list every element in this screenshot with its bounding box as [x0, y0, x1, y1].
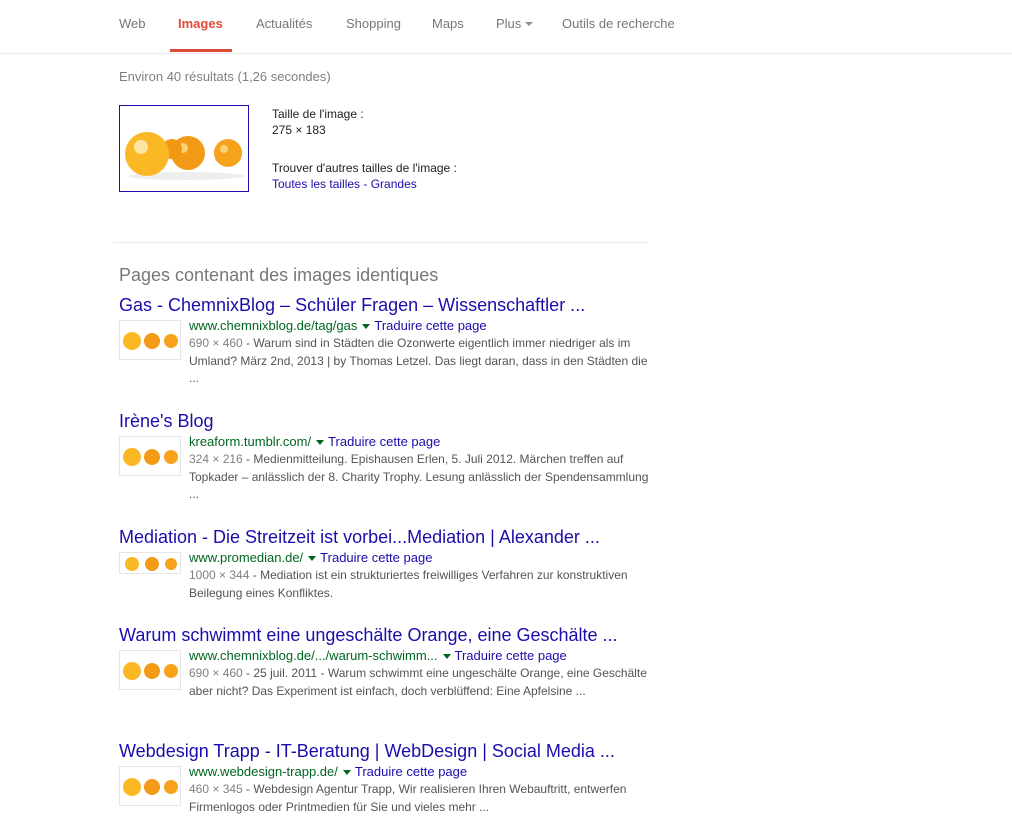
result-stats: Environ 40 résultats (1,26 secondes)	[119, 69, 331, 84]
result-snippet-text: - 25 juil. 2011 - Warum schwimmt eine un…	[189, 666, 647, 698]
result-dimensions: 1000 × 344	[189, 568, 250, 582]
tab-images[interactable]: Images	[178, 16, 223, 31]
result-title-link[interactable]: Gas - ChemnixBlog – Schüler Fragen – Wis…	[119, 294, 649, 316]
result-title-link[interactable]: Webdesign Trapp - IT-Beratung | WebDesig…	[119, 740, 649, 762]
tab-web[interactable]: Web	[119, 16, 146, 31]
result-thumbnail[interactable]	[119, 436, 181, 476]
result-thumbnail[interactable]	[119, 650, 181, 690]
result-url[interactable]: www.webdesign-trapp.de/	[189, 764, 338, 779]
result-url[interactable]: kreaform.tumblr.com/	[189, 434, 311, 449]
result-snippet: 1000 × 344 - Mediation ist ein strukturi…	[189, 567, 649, 602]
result-snippet: 690 × 460 - 25 juil. 2011 - Warum schwim…	[189, 665, 649, 700]
other-sizes-label: Trouver d'autres tailles de l'image :	[272, 161, 457, 175]
result-item: Warum schwimmt eine ungeschälte Orange, …	[119, 624, 649, 700]
dropdown-arrow-icon[interactable]	[308, 555, 317, 561]
result-url[interactable]: www.promedian.de/	[189, 550, 303, 565]
result-thumbnail[interactable]	[119, 766, 181, 806]
result-dimensions: 460 × 345	[189, 782, 243, 796]
image-size-label: Taille de l'image :	[272, 107, 364, 121]
search-tabs-bar: Web Images Actualités Shopping Maps Plus…	[0, 0, 1012, 54]
result-snippet: 324 × 216 - Medienmitteilung. Epishausen…	[189, 451, 649, 504]
oranges-image	[125, 132, 244, 180]
result-snippet: 460 × 345 - Webdesign Agentur Trapp, Wir…	[189, 781, 649, 816]
link-separator: -	[360, 177, 371, 191]
dropdown-arrow-icon[interactable]	[362, 323, 371, 329]
translate-page-link[interactable]: Traduire cette page	[328, 434, 440, 449]
translate-page-link[interactable]: Traduire cette page	[374, 318, 486, 333]
query-image-thumbnail[interactable]	[119, 105, 249, 192]
result-title-link[interactable]: Warum schwimmt eine ungeschälte Orange, …	[119, 624, 649, 646]
result-thumbnail[interactable]	[119, 552, 181, 574]
result-item: Mediation - Die Streitzeit ist vorbei...…	[119, 526, 649, 602]
result-dimensions: 690 × 460	[189, 336, 243, 350]
all-sizes-link[interactable]: Toutes les tailles	[272, 177, 360, 191]
translate-page-link[interactable]: Traduire cette page	[355, 764, 467, 779]
section-title: Pages contenant des images identiques	[119, 265, 439, 285]
image-size-value: 275 × 183	[272, 123, 326, 137]
tab-search-tools[interactable]: Outils de recherche	[562, 16, 675, 31]
result-snippet-text: - Warum sind in Städten die Ozonwerte ei…	[189, 336, 648, 385]
translate-page-link[interactable]: Traduire cette page	[320, 550, 432, 565]
result-snippet-text: - Medienmitteilung. Epishausen Erlen, 5.…	[189, 452, 649, 501]
result-dimensions: 324 × 216	[189, 452, 243, 466]
chevron-down-icon	[525, 21, 534, 26]
active-tab-indicator	[170, 49, 232, 52]
tab-more[interactable]: Plus	[496, 16, 534, 31]
result-snippet-text: - Mediation ist ein strukturiertes freiw…	[189, 568, 628, 600]
result-dimensions: 690 × 460	[189, 666, 243, 680]
result-url[interactable]: www.chemnixblog.de/.../warum-schwimm...	[189, 648, 438, 663]
result-item: Gas - ChemnixBlog – Schüler Fragen – Wis…	[119, 294, 649, 388]
result-url[interactable]: www.chemnixblog.de/tag/gas	[189, 318, 357, 333]
result-snippet-text: - Webdesign Agentur Trapp, Wir realisier…	[189, 782, 627, 814]
result-item: Irène's Blog kreaform.tumblr.com/Traduir…	[119, 410, 649, 504]
tab-shopping[interactable]: Shopping	[346, 16, 401, 31]
section-divider	[113, 242, 648, 243]
tab-more-label: Plus	[496, 16, 522, 31]
tab-maps[interactable]: Maps	[432, 16, 464, 31]
result-snippet: 690 × 460 - Warum sind in Städten die Oz…	[189, 335, 649, 388]
dropdown-arrow-icon[interactable]	[342, 769, 351, 775]
result-thumbnail[interactable]	[119, 320, 181, 360]
dropdown-arrow-icon[interactable]	[442, 653, 451, 659]
result-title-link[interactable]: Mediation - Die Streitzeit ist vorbei...…	[119, 526, 649, 548]
large-sizes-link[interactable]: Grandes	[371, 177, 417, 191]
tab-news[interactable]: Actualités	[256, 16, 312, 31]
result-item: Webdesign Trapp - IT-Beratung | WebDesig…	[119, 740, 649, 816]
result-title-link[interactable]: Irène's Blog	[119, 410, 649, 432]
other-sizes-links: Toutes les tailles - Grandes	[272, 176, 417, 192]
dropdown-arrow-icon[interactable]	[316, 439, 325, 445]
translate-page-link[interactable]: Traduire cette page	[455, 648, 567, 663]
